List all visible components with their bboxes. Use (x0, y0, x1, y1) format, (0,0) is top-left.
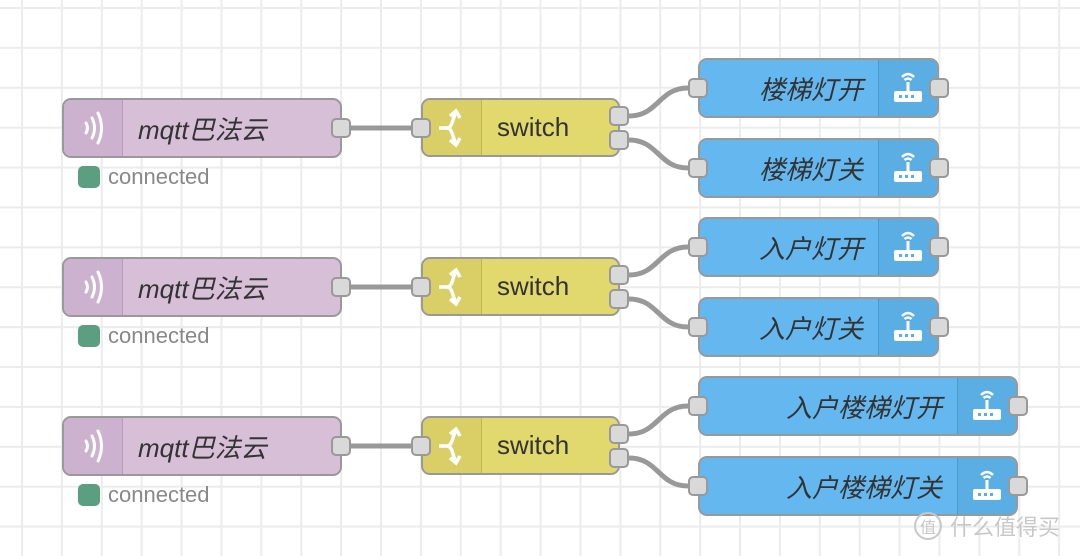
output-port-1[interactable] (609, 265, 629, 285)
watermark-text: 什么值得买 (950, 515, 1061, 540)
wire[interactable] (628, 244, 689, 278)
mqtt-out-node[interactable]: 入户灯开 (698, 217, 939, 277)
node-label: 楼梯灯关 (758, 154, 863, 185)
status-text: connected (108, 323, 210, 348)
output-port-1[interactable] (609, 424, 629, 444)
node-status: connected (78, 164, 210, 190)
mqtt-in-node[interactable]: mqtt巴法云 (62, 98, 342, 158)
input-port[interactable] (411, 277, 431, 297)
status-dot-icon (78, 325, 100, 347)
status-dot-icon (78, 166, 100, 188)
status-dot-icon (78, 484, 100, 506)
node-label: switch (497, 430, 570, 460)
watermark: 值 什么值得买 (914, 510, 1060, 542)
output-port-1[interactable] (609, 106, 629, 126)
output-port-2[interactable] (609, 448, 629, 468)
node-label: mqtt巴法云 (138, 432, 267, 463)
bridge-icon (64, 418, 123, 474)
mqtt-out-node[interactable]: 入户灯关 (698, 297, 939, 357)
switch-node[interactable]: switch (421, 98, 620, 157)
node-label: 入户楼梯灯开 (785, 392, 942, 423)
mqtt-in-node[interactable]: mqtt巴法云 (62, 416, 342, 476)
node-label: 入户灯关 (758, 313, 863, 344)
input-port[interactable] (688, 237, 708, 257)
switch-node[interactable]: switch (421, 257, 620, 316)
wire[interactable] (628, 137, 689, 171)
wire[interactable] (628, 296, 689, 330)
output-port[interactable] (331, 436, 351, 456)
output-port[interactable] (1008, 396, 1028, 416)
switch-icon (423, 418, 482, 473)
input-port[interactable] (688, 158, 708, 178)
input-port[interactable] (688, 396, 708, 416)
output-port-2[interactable] (609, 130, 629, 150)
mqtt-out-node[interactable]: 楼梯灯关 (698, 138, 939, 198)
input-port[interactable] (688, 317, 708, 337)
mqtt-out-node[interactable]: 楼梯灯开 (698, 58, 939, 118)
node-label: 楼梯灯开 (758, 74, 863, 105)
switch-node[interactable]: switch (421, 416, 620, 475)
bridge-icon (64, 259, 123, 315)
output-port[interactable] (929, 158, 949, 178)
output-port[interactable] (1008, 476, 1028, 496)
node-label: switch (497, 112, 570, 142)
mqtt-out-node[interactable]: 入户楼梯灯关 (698, 456, 1018, 516)
mqtt-in-node[interactable]: mqtt巴法云 (62, 257, 342, 317)
node-label: 入户灯开 (758, 233, 863, 264)
node-label: 入户楼梯灯关 (785, 472, 942, 503)
input-port[interactable] (411, 436, 431, 456)
output-port[interactable] (929, 78, 949, 98)
switch-icon (423, 259, 482, 314)
output-port-2[interactable] (609, 289, 629, 309)
output-port[interactable] (331, 118, 351, 138)
switch-icon (423, 100, 482, 155)
node-label: mqtt巴法云 (138, 273, 267, 304)
watermark-badge-icon: 值 (914, 512, 942, 540)
status-text: connected (108, 482, 210, 507)
input-port[interactable] (411, 118, 431, 138)
node-label: switch (497, 271, 570, 301)
node-status: connected (78, 323, 210, 349)
status-text: connected (108, 164, 210, 189)
mqtt-out-node[interactable]: 入户楼梯灯开 (698, 376, 1018, 436)
input-port[interactable] (688, 78, 708, 98)
wire[interactable] (628, 403, 689, 437)
output-port[interactable] (929, 237, 949, 257)
bridge-icon (64, 100, 123, 156)
wire[interactable] (628, 455, 689, 489)
wire[interactable] (628, 85, 689, 119)
input-port[interactable] (688, 476, 708, 496)
output-port[interactable] (929, 317, 949, 337)
output-port[interactable] (331, 277, 351, 297)
node-status: connected (78, 482, 210, 508)
node-label: mqtt巴法云 (138, 114, 267, 145)
